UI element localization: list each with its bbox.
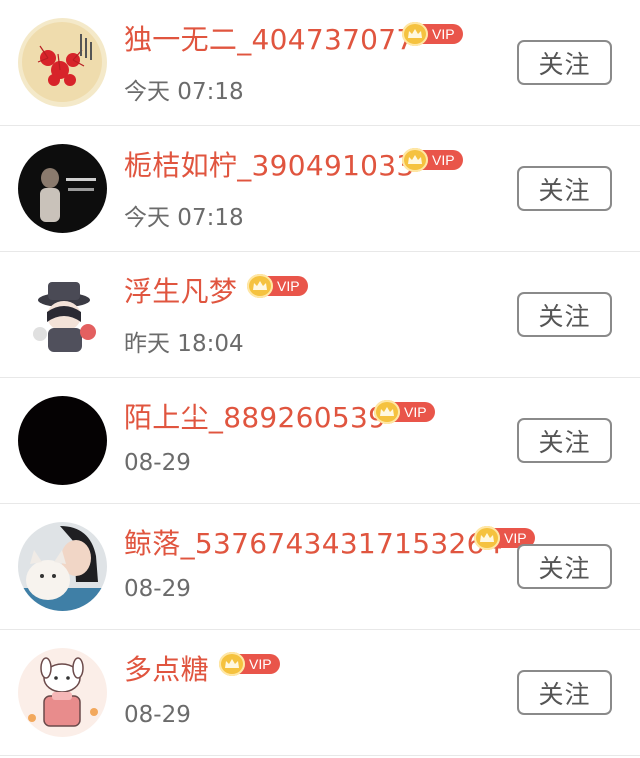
vip-badge: VIP	[219, 652, 280, 676]
vip-badge: VIP	[374, 400, 435, 424]
user-name[interactable]: 陌上尘_889260539	[124, 396, 386, 440]
user-name[interactable]: 独一无二_404737077	[124, 18, 415, 62]
follow-button[interactable]: 关注	[517, 670, 612, 715]
list-item[interactable]: 独一无二_404737077 VIP 今天 07:18 关注	[0, 0, 640, 126]
crown-icon	[374, 400, 400, 424]
follow-button[interactable]: 关注	[517, 166, 612, 211]
list-item[interactable]: 鲸落_53767434317153264 VIP 08-29 关注	[0, 504, 640, 630]
crown-icon	[219, 652, 245, 676]
follow-button[interactable]: 关注	[517, 40, 612, 85]
crown-icon	[402, 148, 428, 172]
user-name[interactable]: 多点糖	[124, 648, 209, 692]
timestamp: 08-29	[124, 450, 191, 476]
list-item[interactable]: 浮生凡梦 VIP 昨天 18:04 关注	[0, 252, 640, 378]
follower-list: 独一无二_404737077 VIP 今天 07:18 关注 栀桔如柠_3904…	[0, 0, 640, 756]
avatar[interactable]	[18, 18, 107, 107]
avatar[interactable]	[18, 522, 107, 611]
list-item[interactable]: 栀桔如柠_390491033 VIP 今天 07:18 关注	[0, 126, 640, 252]
user-name[interactable]: 鲸落_53767434317153264	[124, 522, 503, 566]
vip-badge: VIP	[402, 22, 463, 46]
timestamp: 08-29	[124, 702, 191, 728]
follow-button[interactable]: 关注	[517, 292, 612, 337]
user-name[interactable]: 栀桔如柠_390491033	[124, 144, 415, 188]
crown-icon	[247, 274, 273, 298]
user-name[interactable]: 浮生凡梦	[124, 270, 237, 314]
vip-badge: VIP	[402, 148, 463, 172]
follow-button[interactable]: 关注	[517, 544, 612, 589]
avatar[interactable]	[18, 396, 107, 485]
timestamp: 昨天 18:04	[124, 331, 244, 357]
avatar[interactable]	[18, 648, 107, 737]
list-item[interactable]: 陌上尘_889260539 VIP 08-29 关注	[0, 378, 640, 504]
vip-badge: VIP	[247, 274, 308, 298]
avatar[interactable]	[18, 144, 107, 233]
timestamp: 今天 07:18	[124, 79, 244, 105]
timestamp: 今天 07:18	[124, 205, 244, 231]
list-item[interactable]: 多点糖 VIP 08-29 关注	[0, 630, 640, 756]
crown-icon	[474, 526, 500, 550]
timestamp: 08-29	[124, 576, 191, 602]
avatar[interactable]	[18, 270, 107, 359]
crown-icon	[402, 22, 428, 46]
follow-button[interactable]: 关注	[517, 418, 612, 463]
